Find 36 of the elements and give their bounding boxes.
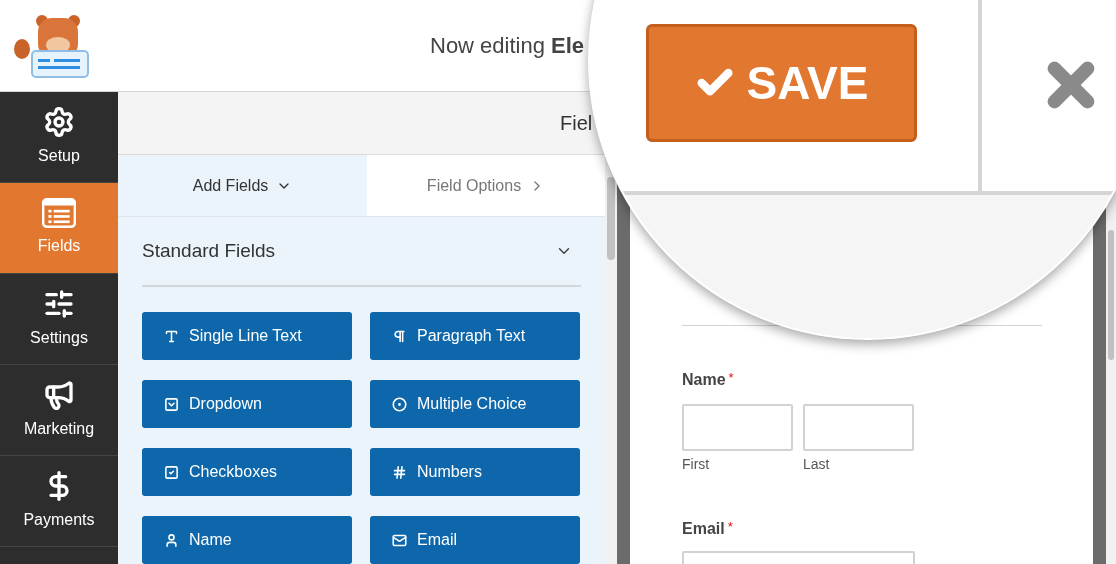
paragraph-icon xyxy=(392,328,407,344)
required-mark: * xyxy=(728,369,734,387)
field-button[interactable]: Email xyxy=(370,516,580,564)
section-title: Standard Fields xyxy=(142,238,276,263)
field-button[interactable]: Multiple Choice xyxy=(370,380,580,428)
hash-icon xyxy=(392,464,407,480)
field-button[interactable]: Checkboxes xyxy=(142,448,352,496)
field-label: Email xyxy=(682,519,725,539)
list-icon xyxy=(42,198,76,228)
field-button[interactable]: Name xyxy=(142,516,352,564)
field-label: Name xyxy=(682,370,726,390)
field-button[interactable]: Numbers xyxy=(370,448,580,496)
scrollbar-thumb[interactable] xyxy=(607,177,615,260)
tab[interactable]: Field Options xyxy=(367,155,605,216)
header-title: Now editing Ele xyxy=(430,32,585,60)
megaphone-icon xyxy=(43,379,75,411)
text-input[interactable] xyxy=(803,404,914,451)
sublabel: First xyxy=(682,455,711,474)
scrollbar-thumb[interactable] xyxy=(1108,230,1114,360)
envelope-icon xyxy=(392,532,407,548)
field-button[interactable]: Dropdown xyxy=(142,380,352,428)
text-icon xyxy=(164,328,179,344)
sliders-icon xyxy=(43,288,75,320)
gear-icon xyxy=(43,106,75,138)
dropdown-icon xyxy=(164,396,179,412)
field-button[interactable]: Single Line Text xyxy=(142,312,352,360)
field-button[interactable]: Paragraph Text xyxy=(370,312,580,360)
user-icon xyxy=(164,532,179,548)
save-button[interactable]: SAVE xyxy=(646,24,917,142)
radio-icon xyxy=(392,396,407,412)
panel-title: Fiel xyxy=(560,111,593,136)
sublabel: Last xyxy=(803,455,831,474)
required-mark: * xyxy=(727,518,733,536)
sidebar-item[interactable]: Fields xyxy=(0,183,118,274)
text-input[interactable] xyxy=(682,404,793,451)
checkbox-icon xyxy=(164,464,179,480)
